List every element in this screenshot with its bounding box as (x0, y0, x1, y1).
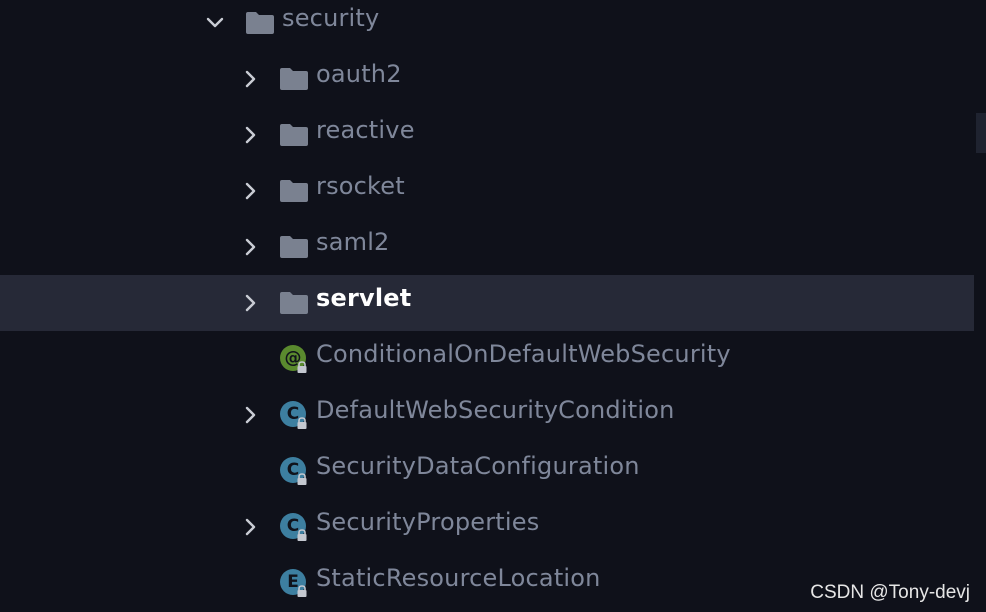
tree-node-label: SecurityDataConfiguration (316, 452, 640, 480)
chevron-right-icon[interactable] (239, 515, 263, 539)
tree-node-default-web-security-condition[interactable]: C DefaultWebSecurityCondition (0, 387, 974, 443)
tree-node-security[interactable]: security (0, 0, 974, 51)
enum-icon: E (280, 569, 308, 599)
lock-icon (295, 472, 309, 486)
project-tree: security oauth2 reactive rsocket saml2 s… (0, 0, 986, 612)
tree-node-oauth2[interactable]: oauth2 (0, 51, 974, 107)
lock-icon (295, 416, 309, 430)
tree-node-label: rsocket (316, 172, 405, 200)
watermark: CSDN @Tony-devj (810, 582, 970, 603)
folder-icon (280, 236, 308, 258)
tree-node-servlet[interactable]: servlet (0, 275, 974, 331)
chevron-right-icon[interactable] (239, 403, 263, 427)
annotation-icon: @ (280, 345, 308, 375)
scrollbar-thumb[interactable] (976, 113, 986, 153)
tree-node-label: security (282, 4, 380, 32)
tree-node-conditional-on-default-web-security[interactable]: @ ConditionalOnDefaultWebSecurity (0, 331, 974, 387)
tree-node-label: StaticResourceLocation (316, 564, 601, 592)
lock-icon (295, 584, 309, 598)
tree-node-label: SecurityProperties (316, 508, 540, 536)
folder-icon (280, 180, 308, 202)
tree-node-saml2[interactable]: saml2 (0, 219, 974, 275)
folder-icon (280, 292, 308, 314)
tree-node-label: servlet (316, 284, 412, 312)
chevron-right-icon[interactable] (239, 291, 263, 315)
tree-node-label: oauth2 (316, 60, 402, 88)
tree-node-label: ConditionalOnDefaultWebSecurity (316, 340, 731, 368)
tree-node-security-data-configuration[interactable]: C SecurityDataConfiguration (0, 443, 974, 499)
folder-icon (246, 12, 274, 34)
lock-icon (295, 360, 309, 374)
folder-icon (280, 124, 308, 146)
chevron-right-icon[interactable] (239, 67, 263, 91)
tree-node-rsocket[interactable]: rsocket (0, 163, 974, 219)
tree-node-label: reactive (316, 116, 415, 144)
chevron-right-icon[interactable] (239, 179, 263, 203)
tree-node-reactive[interactable]: reactive (0, 107, 974, 163)
tree-node-label: saml2 (316, 228, 390, 256)
class-icon: C (280, 401, 308, 431)
tree-node-security-properties[interactable]: C SecurityProperties (0, 499, 974, 555)
class-icon: C (280, 457, 308, 487)
lock-icon (295, 528, 309, 542)
tree-node-label: DefaultWebSecurityCondition (316, 396, 675, 424)
chevron-right-icon[interactable] (239, 235, 263, 259)
folder-icon (280, 68, 308, 90)
class-icon: C (280, 513, 308, 543)
chevron-right-icon[interactable] (239, 123, 263, 147)
chevron-down-icon[interactable] (203, 11, 227, 35)
